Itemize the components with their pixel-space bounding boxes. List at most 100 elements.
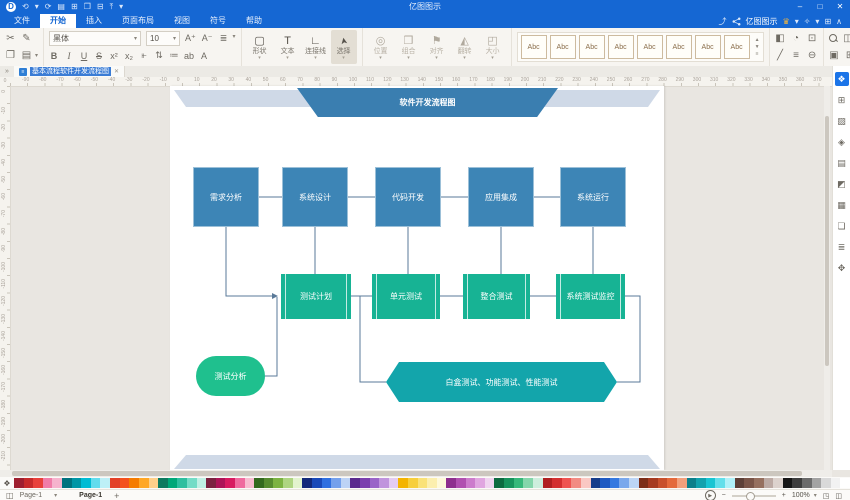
vertical-scrollbar[interactable] <box>824 86 830 470</box>
palette-color[interactable] <box>523 478 533 488</box>
flow-node-test-types[interactable]: 白盒测试、功能测试、性能测试 <box>386 362 617 402</box>
palette-color[interactable] <box>629 478 639 488</box>
brand-label[interactable]: 亿图图示 <box>746 16 778 27</box>
palette-color[interactable] <box>715 478 725 488</box>
export-icon[interactable]: ⤒ <box>110 0 114 14</box>
list-icon[interactable]: ≔ <box>169 50 179 61</box>
strike-icon[interactable]: S <box>94 51 104 61</box>
format-painter-icon[interactable]: ✎ <box>21 31 32 46</box>
palette-color[interactable] <box>408 478 418 488</box>
presentation-play-button[interactable]: ▶ <box>705 490 716 500</box>
palette-color[interactable] <box>139 478 149 488</box>
palette-color[interactable] <box>581 478 591 488</box>
menu-file[interactable]: 文件 <box>4 14 40 28</box>
document-tab[interactable]: ≡ 基本流程软件开发流程图 ✕ <box>14 66 125 77</box>
palette-color[interactable] <box>91 478 101 488</box>
lock-icon[interactable]: ⊖ <box>807 48 818 63</box>
subscript-icon[interactable]: x₂ <box>124 51 134 61</box>
palette-color[interactable] <box>552 478 562 488</box>
gift-icon[interactable]: ✧ <box>804 17 811 26</box>
gallery-down-icon[interactable]: ▼ <box>755 44 760 50</box>
palette-color[interactable] <box>235 478 245 488</box>
share-icon[interactable] <box>732 17 741 26</box>
palette-color[interactable] <box>600 478 610 488</box>
palette-color[interactable] <box>245 478 255 488</box>
palette-color[interactable] <box>24 478 34 488</box>
italic-icon[interactable]: I <box>64 51 74 61</box>
app-logo-icon[interactable]: D <box>6 2 16 12</box>
gift-caret-icon[interactable]: ▾ <box>815 17 819 26</box>
palette-color[interactable] <box>350 478 360 488</box>
menu-insert[interactable]: 插入 <box>76 14 112 28</box>
flow-node-test-analysis[interactable]: 测试分析 <box>196 356 265 396</box>
flow-node-coding[interactable]: 代码开发 <box>375 167 441 227</box>
tab-overflow-icon[interactable]: » <box>0 66 14 77</box>
palette-color[interactable] <box>773 478 783 488</box>
char-spacing-icon[interactable]: ⫦ <box>139 50 149 61</box>
flow-node-test-plan[interactable]: 测试计划 <box>281 274 351 319</box>
palette-color[interactable] <box>658 478 668 488</box>
style-gallery-item-1[interactable]: Abc <box>550 35 576 59</box>
layers-icon[interactable]: ≣ <box>835 240 849 254</box>
palette-color[interactable] <box>831 478 841 488</box>
close-button[interactable]: ✕ <box>830 0 850 14</box>
upload-icon[interactable]: ⤴ <box>719 16 727 27</box>
increase-font-icon[interactable]: A⁺ <box>185 33 196 44</box>
horizontal-scrollbar[interactable] <box>0 470 832 477</box>
pages-icon[interactable]: ◫ <box>6 491 14 500</box>
palette-color[interactable] <box>14 478 24 488</box>
palette-color[interactable] <box>696 478 706 488</box>
palette-color[interactable] <box>312 478 322 488</box>
palette-color[interactable] <box>591 478 601 488</box>
paste-icon[interactable]: ▤ <box>21 48 32 63</box>
font-size-select[interactable]: 10▾ <box>146 31 180 46</box>
palette-color[interactable] <box>571 478 581 488</box>
tab-close-icon[interactable]: ✕ <box>114 68 119 75</box>
menu-help[interactable]: 帮助 <box>236 14 272 28</box>
palette-color[interactable] <box>667 478 677 488</box>
align[interactable]: ⚑对齐▾ <box>424 30 450 64</box>
position-caret-icon[interactable]: ▾ <box>379 56 382 61</box>
palette-color[interactable] <box>725 478 735 488</box>
line-icon[interactable]: ╱ <box>775 48 786 63</box>
apps-grid-icon[interactable]: ⊞ <box>824 17 831 26</box>
connector-tool[interactable]: ∟连接线▾ <box>303 30 329 64</box>
drawing-page[interactable]: 软件开发流程图 需求分析 系统设计 代码开发 应用集成 系统运行 测试计划 单元… <box>170 86 664 470</box>
palette-color[interactable] <box>100 478 110 488</box>
palette-color[interactable] <box>72 478 82 488</box>
select-tool-caret-icon[interactable]: ▾ <box>342 56 345 61</box>
palette-color[interactable] <box>216 478 226 488</box>
redo-icon[interactable]: ⟳ <box>45 0 52 14</box>
underline-icon[interactable]: U <box>79 51 89 61</box>
gallery-up-icon[interactable]: ▲ <box>755 37 760 43</box>
new-file-icon[interactable]: ⊞ <box>71 0 78 14</box>
palette-color[interactable] <box>792 478 802 488</box>
palette-color[interactable] <box>398 478 408 488</box>
cut-icon[interactable]: ✂ <box>5 31 16 46</box>
palette-color[interactable] <box>254 478 264 488</box>
clipboard-panel-icon[interactable]: ❏ <box>835 219 849 233</box>
style-gallery-item-6[interactable]: Abc <box>695 35 721 59</box>
copy-icon[interactable]: ❐ <box>5 48 16 63</box>
palette-color[interactable] <box>283 478 293 488</box>
palette-color[interactable] <box>687 478 697 488</box>
page-selector-dropdown[interactable]: Page-1▾ <box>20 492 58 499</box>
bold-icon[interactable]: B <box>49 51 59 61</box>
gallery-more-icon[interactable]: ≡ <box>755 51 760 57</box>
palette-color[interactable] <box>149 478 159 488</box>
collapse-ribbon-icon[interactable]: ∧ <box>836 17 842 26</box>
palette-color[interactable] <box>33 478 43 488</box>
add-page-button[interactable]: + <box>114 491 119 500</box>
palette-color[interactable] <box>187 478 197 488</box>
position[interactable]: ◎位置▾ <box>368 30 394 64</box>
line-style-icon[interactable]: ≡ <box>791 48 802 63</box>
menu-page-layout[interactable]: 页面布局 <box>112 14 164 28</box>
palette-color[interactable] <box>158 478 168 488</box>
palette-color[interactable] <box>225 478 235 488</box>
container-icon[interactable]: ▣ <box>829 48 840 63</box>
diagram-title-banner[interactable]: 软件开发流程图 <box>297 88 558 117</box>
flow-node-operation[interactable]: 系统运行 <box>560 167 626 227</box>
palette-color[interactable] <box>110 478 120 488</box>
flow-node-integration[interactable]: 应用集成 <box>468 167 534 227</box>
palette-color[interactable] <box>706 478 716 488</box>
